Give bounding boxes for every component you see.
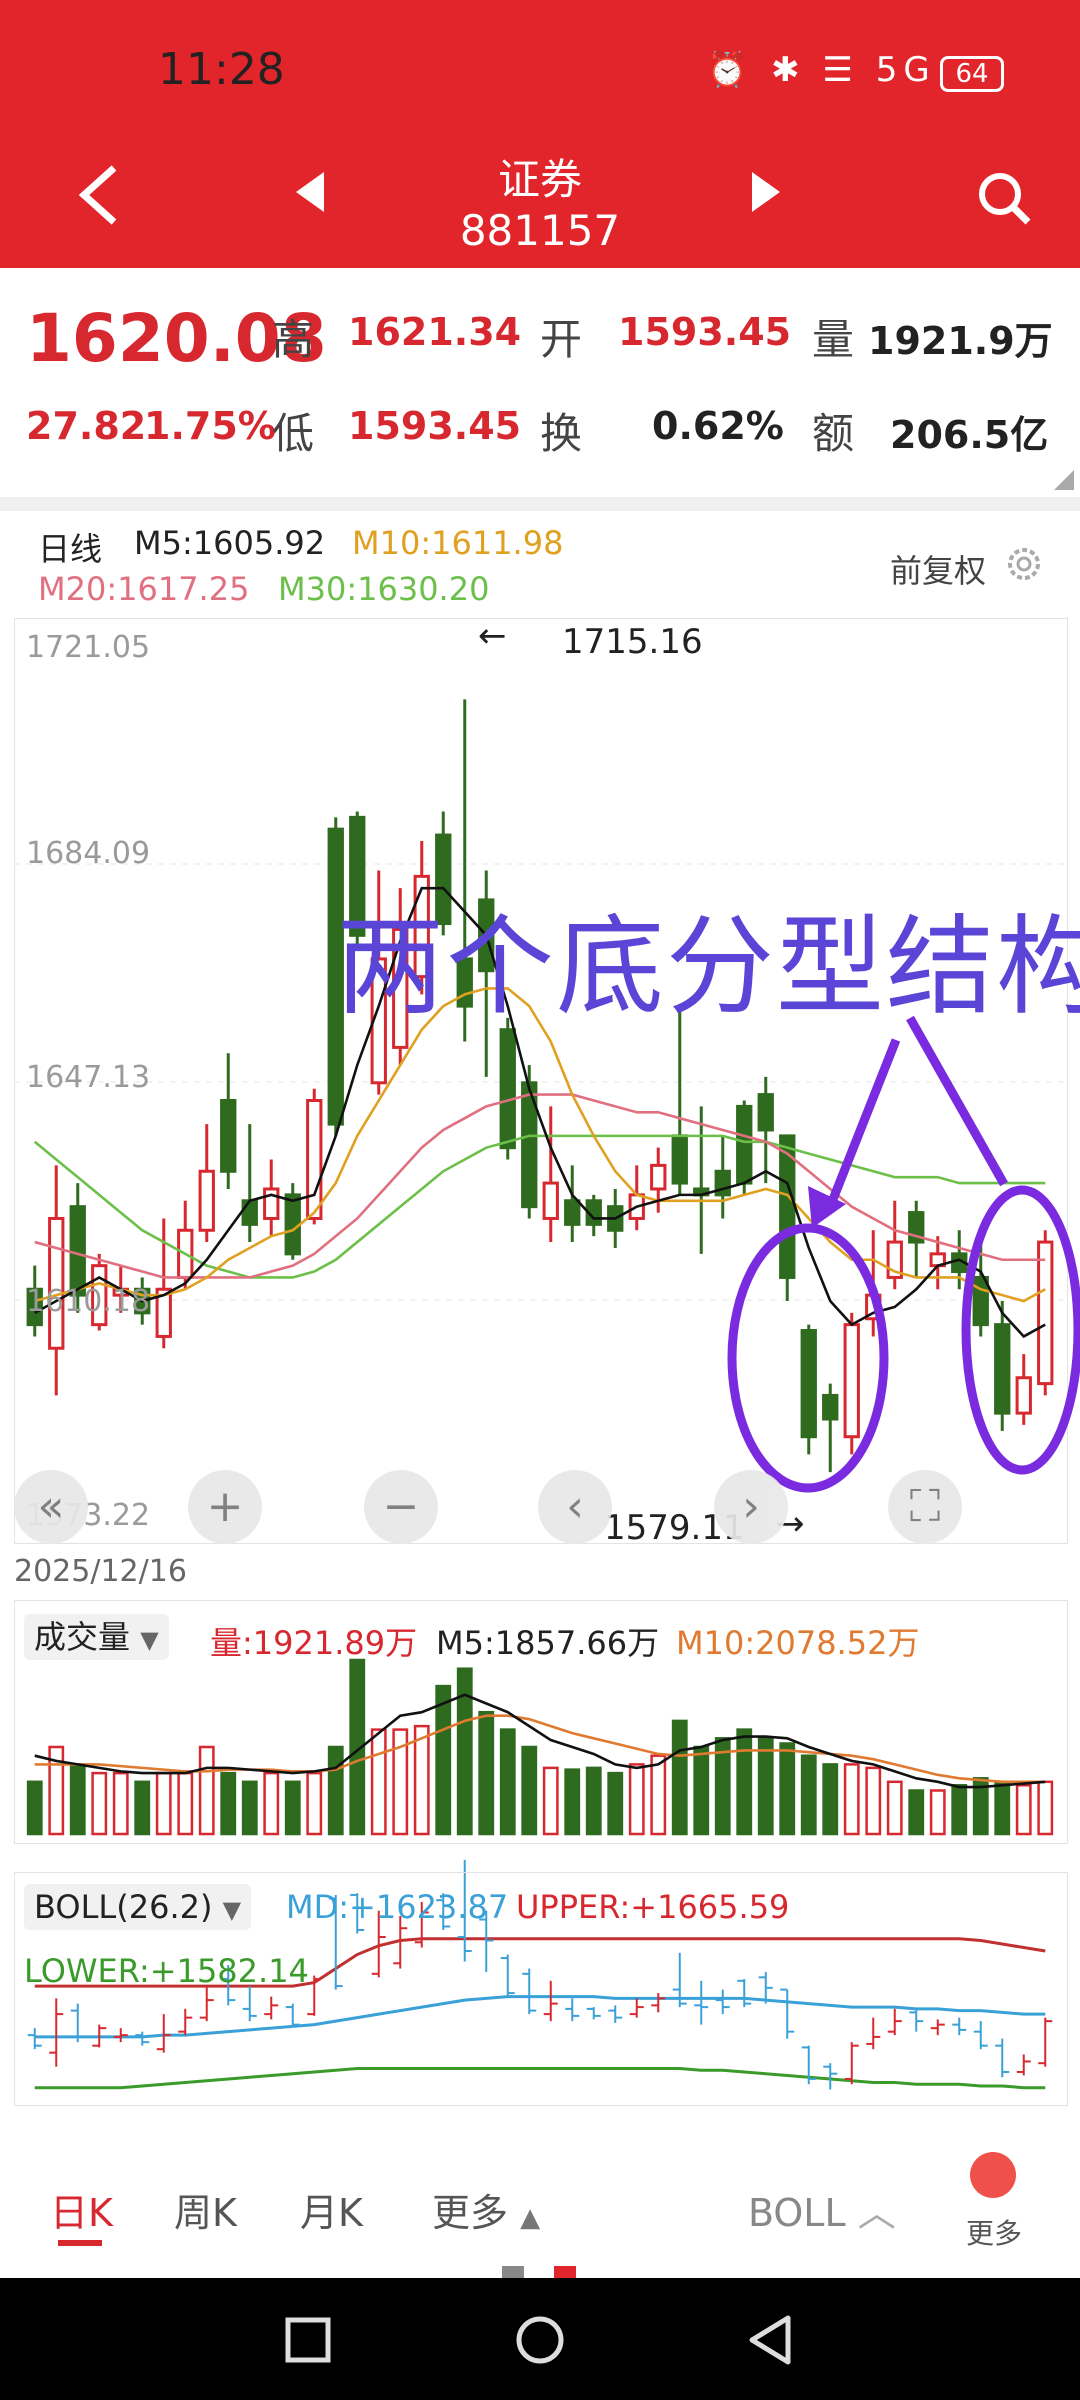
boll-upper-label: UPPER:+1665.59 bbox=[516, 1888, 790, 1926]
candle-down bbox=[564, 1199, 581, 1226]
dropdown-icon: ▼ bbox=[140, 1626, 159, 1654]
indicator-switch[interactable]: BOLL ︿ bbox=[748, 2182, 896, 2237]
scroll-start-button[interactable]: « bbox=[14, 1470, 88, 1544]
boll-selector[interactable]: BOLL(26.2) ▼ bbox=[24, 1884, 252, 1930]
tab-day-k[interactable]: 日K bbox=[50, 2182, 113, 2237]
y-tick-label: 1721.05 bbox=[26, 630, 151, 665]
volume-selector-label: 成交量 bbox=[34, 1618, 131, 1656]
more-button-label[interactable]: 更多 bbox=[966, 2212, 1022, 2252]
back-nav-icon[interactable] bbox=[746, 2314, 794, 2366]
candle-up bbox=[306, 1098, 323, 1220]
scroll-right-button[interactable]: › bbox=[714, 1470, 788, 1544]
home-icon[interactable] bbox=[514, 2314, 566, 2366]
candle-down bbox=[800, 1329, 817, 1439]
recents-icon[interactable] bbox=[284, 2316, 332, 2364]
volume-selector[interactable]: 成交量 ▼ bbox=[24, 1614, 169, 1660]
candle-down bbox=[69, 1205, 86, 1297]
candle-down bbox=[499, 1028, 516, 1150]
annotation-arrow-2 bbox=[906, 1015, 1008, 1187]
active-tab-indicator bbox=[58, 2240, 102, 2246]
boll-selector-label: BOLL(26.2) bbox=[34, 1888, 213, 1926]
candle-up bbox=[263, 1187, 280, 1220]
candle-up bbox=[843, 1323, 860, 1439]
chevron-up-icon: ︿ bbox=[857, 2191, 896, 2235]
candle-down bbox=[284, 1193, 301, 1256]
candle-down bbox=[241, 1199, 258, 1226]
y-tick-label: 1684.09 bbox=[26, 836, 151, 871]
page-indicator-dot bbox=[502, 2266, 524, 2278]
tab-more-label: 更多 bbox=[432, 2191, 509, 2235]
indicator-label: BOLL bbox=[748, 2191, 846, 2235]
zoom-in-button[interactable]: + bbox=[188, 1470, 262, 1544]
candle-up bbox=[650, 1163, 667, 1191]
fullscreen-button[interactable]: ⛶ bbox=[888, 1470, 962, 1544]
candle-down bbox=[220, 1098, 237, 1173]
bottom-fractal-circle-2 bbox=[961, 1185, 1080, 1475]
volume-ma5-label: M5:1857.66万 bbox=[436, 1624, 660, 1662]
boll-lower-label: LOWER:+1582.14 bbox=[24, 1952, 309, 1990]
tab-month-k[interactable]: 月K bbox=[300, 2182, 363, 2237]
max-arrow: ← bbox=[478, 616, 507, 656]
candle-down bbox=[822, 1393, 839, 1421]
candle-up bbox=[1015, 1376, 1032, 1415]
scroll-left-button[interactable]: ‹ bbox=[538, 1470, 612, 1544]
annotation-text: 两个底分型结构 bbox=[336, 905, 1080, 1030]
y-tick-label: 1647.13 bbox=[26, 1060, 151, 1095]
candle-down bbox=[994, 1323, 1011, 1415]
candle-down bbox=[757, 1093, 774, 1132]
zoom-out-button[interactable]: − bbox=[364, 1470, 438, 1544]
candle-up bbox=[1037, 1240, 1054, 1386]
candle-down bbox=[972, 1275, 989, 1327]
volume-value-label: 量:1921.89万 bbox=[210, 1624, 418, 1662]
tab-more[interactable]: 更多 ▲ bbox=[432, 2182, 540, 2237]
candle-up bbox=[198, 1169, 215, 1232]
y-tick-label: 1610.18 bbox=[26, 1284, 151, 1319]
candle-up bbox=[542, 1181, 559, 1220]
tab-week-k[interactable]: 周K bbox=[174, 2182, 237, 2237]
dropdown-icon: ▼ bbox=[222, 1896, 242, 1924]
date-label: 2025/12/16 bbox=[14, 1554, 187, 1589]
page-indicator-dot-active bbox=[554, 2266, 576, 2278]
max-price-label: 1715.16 bbox=[562, 622, 703, 662]
volume-ma10-label: M10:2078.52万 bbox=[676, 1624, 920, 1662]
candle-down bbox=[736, 1104, 753, 1185]
triangle-up-icon: ▲ bbox=[520, 2203, 541, 2233]
annotation-arrow-1 bbox=[823, 1038, 901, 1214]
boll-md-label: MD:+1623.87 bbox=[286, 1888, 509, 1926]
more-dot-icon[interactable] bbox=[970, 2152, 1016, 2198]
candle-down bbox=[671, 1134, 688, 1185]
